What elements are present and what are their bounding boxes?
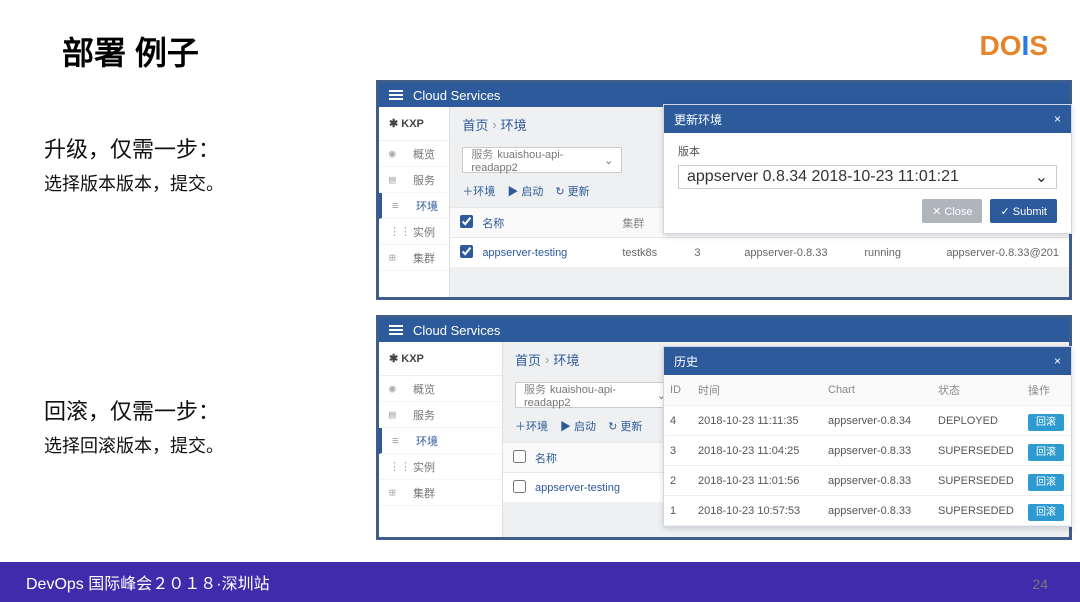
submit-button[interactable]: ✓ Submit xyxy=(990,199,1057,223)
update-env-popup: 更新环境 × 版本 appserver 0.8.34 2018-10-23 11… xyxy=(663,104,1072,234)
sidebar-item-3[interactable]: ⋮⋮实例 xyxy=(379,454,502,480)
menu-icon[interactable] xyxy=(389,88,403,102)
sidebar-item-3[interactable]: ⋮⋮实例 xyxy=(379,219,449,245)
sidebar-item-1[interactable]: ▤服务 xyxy=(379,402,502,428)
refresh-button[interactable]: ↻ 更新 xyxy=(608,418,642,434)
brand: ✱ KXP xyxy=(379,107,449,141)
sidebar-item-0[interactable]: ◉概览 xyxy=(379,376,502,402)
service-select[interactable]: 服务kuaishou-api-readapp2 ⌄ xyxy=(515,382,675,408)
start-button[interactable]: ▶ 启动 xyxy=(507,183,543,199)
sidebar-item-2[interactable]: ≡环境 xyxy=(379,428,502,454)
desc-upgrade: 升级，仅需一步： 选择版本版本，提交。 xyxy=(44,132,224,196)
close-icon[interactable]: × xyxy=(1054,112,1061,126)
chevron-down-icon: ⌄ xyxy=(604,154,613,167)
sidebar: ✱ KXP ◉概览▤服务≡环境⋮⋮实例⊞集群 xyxy=(379,107,450,297)
history-table: ID 时间 Chart 状态 操作 42018-10-23 11:11:35ap… xyxy=(664,375,1071,526)
desc-rollback: 回滚，仅需一步： 选择回滚版本，提交。 xyxy=(44,394,224,458)
brand: ✱ KXP xyxy=(379,342,502,376)
app-title: Cloud Services xyxy=(413,323,500,338)
crumb-home[interactable]: 首页 xyxy=(462,115,488,134)
history-row: 32018-10-23 11:04:25appserver-0.8.33SUPE… xyxy=(664,436,1071,466)
rollback-button[interactable]: 回滚 xyxy=(1028,474,1064,491)
topbar: Cloud Services xyxy=(379,318,1069,342)
popup-title: 更新环境 xyxy=(674,111,722,128)
sidebar-item-1[interactable]: ▤服务 xyxy=(379,167,449,193)
rollback-button[interactable]: 回滚 xyxy=(1028,414,1064,431)
side-icon: ▤ xyxy=(389,408,405,421)
select-all-checkbox[interactable] xyxy=(513,450,526,463)
side-icon: ⋮⋮ xyxy=(389,225,405,238)
version-label: 版本 xyxy=(678,143,1057,159)
select-all-checkbox[interactable] xyxy=(460,215,473,228)
row-checkbox[interactable] xyxy=(460,245,473,258)
crumb-env[interactable]: 环境 xyxy=(501,115,527,134)
side-icon: ▤ xyxy=(389,173,405,186)
sidebar-item-4[interactable]: ⊞集群 xyxy=(379,480,502,506)
rollback-button[interactable]: 回滚 xyxy=(1028,444,1064,461)
side-icon: ⊞ xyxy=(389,486,405,499)
crumb-home[interactable]: 首页 xyxy=(515,350,541,369)
add-env-button[interactable]: ＋环境 xyxy=(462,183,495,199)
refresh-button[interactable]: ↻ 更新 xyxy=(555,183,589,199)
popup-title: 历史 xyxy=(674,353,698,370)
page-number: 24 xyxy=(1032,576,1048,592)
table-row[interactable]: appserver-testing testk8s 3 appserver-0.… xyxy=(450,237,1069,267)
menu-icon[interactable] xyxy=(389,323,403,337)
side-icon: ◉ xyxy=(389,147,405,160)
side-icon: ⋮⋮ xyxy=(389,460,405,473)
rollback-button[interactable]: 回滚 xyxy=(1028,504,1064,521)
slide-title: 部署 例子 xyxy=(62,28,199,74)
sidebar: ✱ KXP ◉概览▤服务≡环境⋮⋮实例⊞集群 xyxy=(379,342,503,537)
app-title: Cloud Services xyxy=(413,88,500,103)
version-select[interactable]: appserver 0.8.34 2018-10-23 11:01:21 ⌄ xyxy=(678,165,1057,189)
logo: DOIS xyxy=(980,30,1048,62)
side-icon: ≡ xyxy=(392,199,408,212)
footer: DevOps 国际峰会２０１８·深圳站 xyxy=(0,562,1080,602)
sidebar-item-2[interactable]: ≡环境 xyxy=(379,193,449,219)
start-button[interactable]: ▶ 启动 xyxy=(560,418,596,434)
history-row: 42018-10-23 11:11:35appserver-0.8.34DEPL… xyxy=(664,406,1071,436)
history-popup: 历史 × ID 时间 Chart 状态 操作 42018-10-23 11:11… xyxy=(663,346,1072,527)
close-button[interactable]: ✕ Close xyxy=(922,199,982,223)
dropdown-icon: ⌄ xyxy=(1035,167,1048,187)
row-checkbox[interactable] xyxy=(513,480,526,493)
history-row: 12018-10-23 10:57:53appserver-0.8.33SUPE… xyxy=(664,496,1071,526)
close-icon[interactable]: × xyxy=(1054,354,1061,368)
side-icon: ◉ xyxy=(389,382,405,395)
sidebar-item-4[interactable]: ⊞集群 xyxy=(379,245,449,271)
crumb-env[interactable]: 环境 xyxy=(553,350,579,369)
side-icon: ≡ xyxy=(392,434,408,447)
sidebar-item-0[interactable]: ◉概览 xyxy=(379,141,449,167)
add-env-button[interactable]: ＋环境 xyxy=(515,418,548,434)
side-icon: ⊞ xyxy=(389,251,405,264)
service-select[interactable]: 服务kuaishou-api-readapp2 ⌄ xyxy=(462,147,622,173)
history-row: 22018-10-23 11:01:56appserver-0.8.33SUPE… xyxy=(664,466,1071,496)
